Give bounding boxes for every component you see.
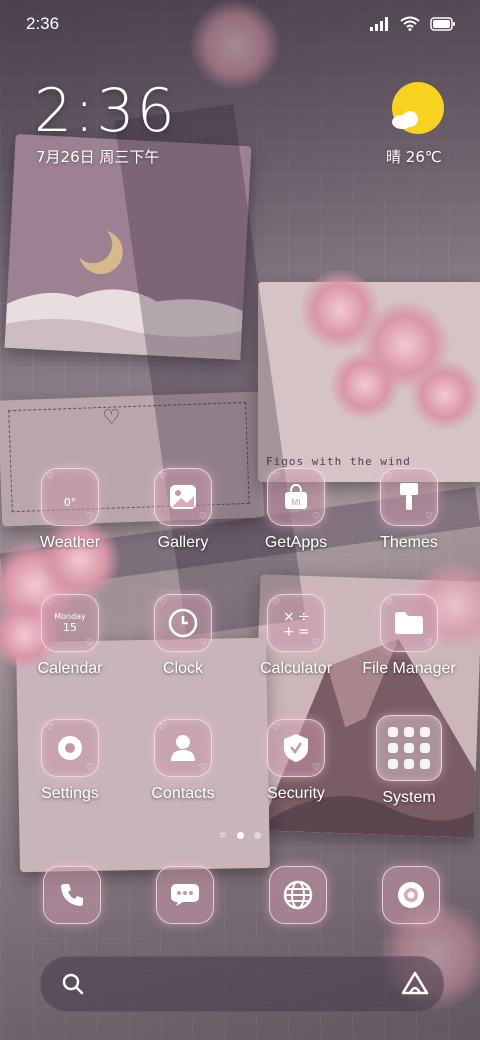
app-label: Settings <box>41 785 99 802</box>
sun-icon <box>392 82 444 134</box>
app-label: Contacts <box>151 785 215 802</box>
app-label: File Manager <box>362 660 456 677</box>
weather-widget-text[interactable]: 晴 26℃ <box>386 146 442 167</box>
themes-icon: ♡ ♡ <box>380 468 438 526</box>
app-label: Security <box>267 785 325 802</box>
dock-camera[interactable] <box>382 866 440 924</box>
menu-lines-icon: ≡ <box>218 830 228 841</box>
app-label: Calculator <box>259 660 333 677</box>
calendar-tile-date: 15 <box>63 621 77 634</box>
app-system-folder[interactable]: System <box>354 715 464 807</box>
clock-icon: ♡ ♡ <box>154 594 212 652</box>
app-label: Clock <box>162 660 203 677</box>
app-getapps[interactable]: MI ♡ ♡ GetApps <box>241 468 351 552</box>
browser-icon <box>269 866 327 924</box>
app-label: Weather <box>39 534 101 551</box>
calendar-tile-day: Monday <box>54 612 86 621</box>
app-weather[interactable]: 0° ♡ ♡ Weather <box>15 468 125 552</box>
app-settings[interactable]: ♡ ♡ Settings <box>15 719 125 803</box>
app-clock[interactable]: ♡ ♡ Clock <box>128 594 238 678</box>
calendar-icon: Monday 15 ♡ ♡ <box>41 594 99 652</box>
dock-messages[interactable] <box>156 866 214 924</box>
app-label: Gallery <box>157 534 209 551</box>
svg-text:+: + <box>283 624 295 638</box>
status-bar: 2:36 <box>0 0 480 50</box>
camera-icon <box>382 866 440 924</box>
shield-icon: ♡ ♡ <box>267 719 325 777</box>
signal-icon <box>370 17 388 31</box>
app-calendar[interactable]: Monday 15 ♡ ♡ Calendar <box>15 594 125 678</box>
battery-icon <box>430 17 455 31</box>
page-dot-active <box>237 832 245 839</box>
cherry-blossom <box>410 360 480 430</box>
svg-text:=: = <box>298 624 310 638</box>
search-icon <box>62 973 84 995</box>
dock-browser[interactable] <box>269 866 327 924</box>
page-dot <box>254 832 262 839</box>
messages-icon <box>156 866 214 924</box>
clock-widget-date[interactable]: 7月26日 周三下午 <box>36 146 159 167</box>
weather-widget[interactable] <box>388 82 444 138</box>
app-contacts[interactable]: ♡ ♡ Contacts <box>128 719 238 803</box>
app-gallery[interactable]: ♡ ♡ Gallery <box>128 468 238 552</box>
app-themes[interactable]: ♡ ♡ Themes <box>354 468 464 552</box>
svg-text:×: × <box>283 609 295 625</box>
weather-tile-temp: 0° <box>63 495 77 509</box>
app-label: System <box>382 789 436 806</box>
getapps-tile-text: MI <box>292 498 301 507</box>
app-security[interactable]: ♡ ♡ Security <box>241 719 351 803</box>
folder-icon: ♡ ♡ <box>380 594 438 652</box>
app-file-manager[interactable]: ♡ ♡ File Manager <box>354 594 464 678</box>
page-indicator[interactable]: ≡ <box>0 830 480 841</box>
getapps-icon: MI ♡ ♡ <box>267 468 325 526</box>
svg-text:÷: ÷ <box>298 609 310 625</box>
wallpaper-caption-top: Figos with the wind <box>266 455 411 468</box>
calculator-icon: × ÷ + = ♡ ♡ <box>267 594 325 652</box>
app-label: Calendar <box>37 660 103 677</box>
cherry-blossom <box>330 350 400 420</box>
gallery-icon: ♡ ♡ <box>154 468 212 526</box>
system-folder-icon <box>376 715 442 781</box>
dock-phone[interactable] <box>43 866 101 924</box>
weather-condition: 晴 <box>386 148 402 166</box>
status-time: 2:36 <box>26 14 60 33</box>
wifi-icon <box>400 16 420 31</box>
app-label: GetApps <box>264 534 328 551</box>
app-label: Themes <box>380 534 438 551</box>
phone-icon <box>43 866 101 924</box>
app-calculator[interactable]: × ÷ + = ♡ ♡ Calculator <box>241 594 351 678</box>
contacts-icon: ♡ ♡ <box>154 719 212 777</box>
settings-icon: ♡ ♡ <box>41 719 99 777</box>
clock-widget-time[interactable]: 2:36 <box>34 76 177 146</box>
assistant-icon[interactable] <box>401 971 429 997</box>
search-bar[interactable] <box>40 956 444 1012</box>
weather-icon: 0° ♡ ♡ <box>41 468 99 526</box>
weather-temperature: 26℃ <box>405 148 442 166</box>
